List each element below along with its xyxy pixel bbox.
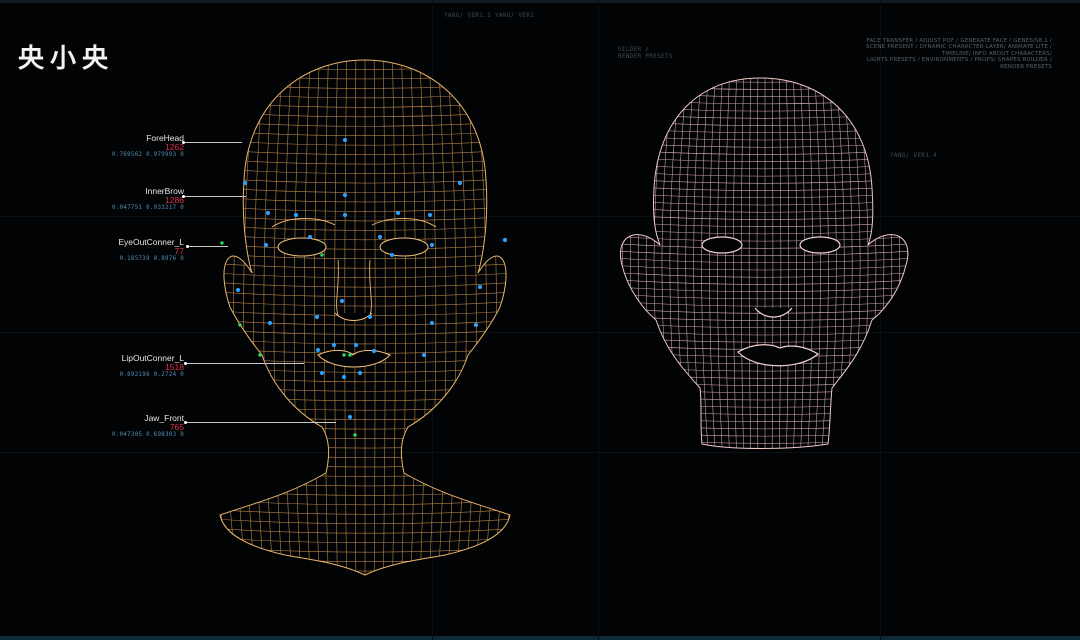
landmark-label-jawfront[interactable]: Jaw_Front 765 0.047305 0.698303 0 — [14, 413, 184, 439]
landmark-point[interactable] — [320, 253, 324, 257]
leader-line — [186, 422, 336, 423]
menu-line[interactable]: SCENE PRESENT / DYNAMIC CHARACTER LAYER/… — [842, 44, 1052, 50]
landmark-point[interactable] — [315, 347, 321, 353]
version-label-b: YANG/ VER1 — [495, 12, 535, 19]
leader-dot — [184, 362, 187, 365]
landmark-point[interactable] — [371, 348, 377, 354]
landmark-point[interactable] — [353, 342, 359, 348]
wireframe-head-front[interactable] — [210, 55, 520, 585]
preset-label-line: UILDER / — [618, 46, 650, 53]
landmark-vertex-id: 1286 — [165, 195, 184, 205]
landmark-name: ForeHead — [146, 133, 184, 143]
landmark-point[interactable] — [348, 353, 352, 357]
landmark-name: EyeOutConner_L — [118, 237, 184, 247]
landmark-point[interactable] — [502, 237, 508, 243]
version-label-a: YANG/ VER1.1 — [444, 12, 491, 19]
landmark-point[interactable] — [265, 210, 271, 216]
leader-line — [184, 196, 246, 197]
landmark-label-forehead[interactable]: ForeHead 1262 0.769562 0.979993 0 — [14, 133, 184, 159]
landmark-point[interactable] — [263, 242, 269, 248]
preset-label-line: RENDER PRESETS — [618, 53, 673, 60]
landmark-point[interactable] — [377, 234, 383, 240]
landmark-vertex-id: 1262 — [165, 142, 184, 152]
landmark-point[interactable] — [307, 234, 313, 240]
landmark-label-eyeoutconner[interactable]: EyeOutConner_L 77 0.185739 0.8976 0 — [14, 237, 184, 263]
landmark-point[interactable] — [342, 192, 348, 198]
landmark-coords: 0.185739 0.8976 0 — [119, 256, 184, 262]
menu-line[interactable]: LIGHTS PRESETS / ENVIRONMENTS / PROPS/ S… — [842, 57, 1052, 63]
landmark-point[interactable] — [395, 210, 401, 216]
landmark-point[interactable] — [258, 353, 262, 357]
landmark-point[interactable] — [473, 322, 479, 328]
landmark-point[interactable] — [342, 353, 346, 357]
landmark-point[interactable] — [331, 342, 337, 348]
feature-menu: FACE TRANSFER / ADJUST POF / GENERATE FA… — [842, 38, 1052, 70]
leader-dot — [186, 245, 189, 248]
landmark-point[interactable] — [457, 180, 463, 186]
landmark-point[interactable] — [427, 212, 433, 218]
landmark-name: InnerBrow — [145, 186, 184, 196]
landmark-vertex-id: 765 — [169, 422, 184, 432]
landmark-name: Jaw_Front — [144, 413, 184, 423]
leader-dot — [184, 421, 187, 424]
leader-dot — [182, 141, 185, 144]
landmark-label-lipoutconner[interactable]: LipOutConner_L 1518 0.692196 0.2724 0 — [14, 353, 184, 379]
landmark-coords: 0.047751 0.933217 0 — [111, 205, 184, 211]
landmark-point[interactable] — [339, 298, 345, 304]
preset-label: UILDER / RENDER PRESETS — [618, 46, 673, 60]
leader-line — [186, 363, 304, 364]
landmark-label-innerbrow[interactable]: InnerBrow 1286 0.047751 0.933217 0 — [14, 186, 184, 212]
landmark-point[interactable] — [314, 314, 320, 320]
landmark-point[interactable] — [267, 320, 273, 326]
landmark-vertex-id: 1518 — [165, 362, 184, 372]
app-logo: 央小央 — [18, 44, 115, 74]
landmark-point[interactable] — [242, 180, 248, 186]
landmark-coords: 0.769562 0.979993 0 — [111, 152, 184, 158]
landmark-point[interactable] — [341, 374, 347, 380]
landmark-vertex-id: 77 — [174, 246, 184, 256]
landmark-point[interactable] — [342, 137, 348, 143]
window-bottom-border — [0, 636, 1080, 640]
landmark-point[interactable] — [429, 320, 435, 326]
landmark-point[interactable] — [293, 212, 299, 218]
landmark-name: LipOutConner_L — [121, 353, 184, 363]
landmark-point[interactable] — [389, 252, 395, 258]
leader-line — [188, 246, 228, 247]
landmark-point[interactable] — [342, 212, 348, 218]
landmark-point[interactable] — [319, 370, 325, 376]
landmark-coords: 0.692196 0.2724 0 — [119, 372, 184, 378]
landmark-point[interactable] — [477, 284, 483, 290]
landmark-point[interactable] — [421, 352, 427, 358]
landmark-point[interactable] — [367, 314, 373, 320]
landmark-point[interactable] — [347, 414, 353, 420]
window-top-border — [0, 0, 1080, 3]
landmark-point[interactable] — [238, 323, 242, 327]
landmark-point[interactable] — [220, 241, 224, 245]
leader-line — [184, 142, 242, 143]
wireframe-head-angle[interactable] — [610, 70, 920, 460]
landmark-point[interactable] — [357, 370, 363, 376]
landmark-coords: 0.047305 0.698303 0 — [111, 432, 184, 438]
landmark-point[interactable] — [353, 433, 357, 437]
landmark-point[interactable] — [235, 287, 241, 293]
landmark-point[interactable] — [429, 242, 435, 248]
guide-line — [598, 0, 599, 640]
leader-dot — [182, 195, 185, 198]
